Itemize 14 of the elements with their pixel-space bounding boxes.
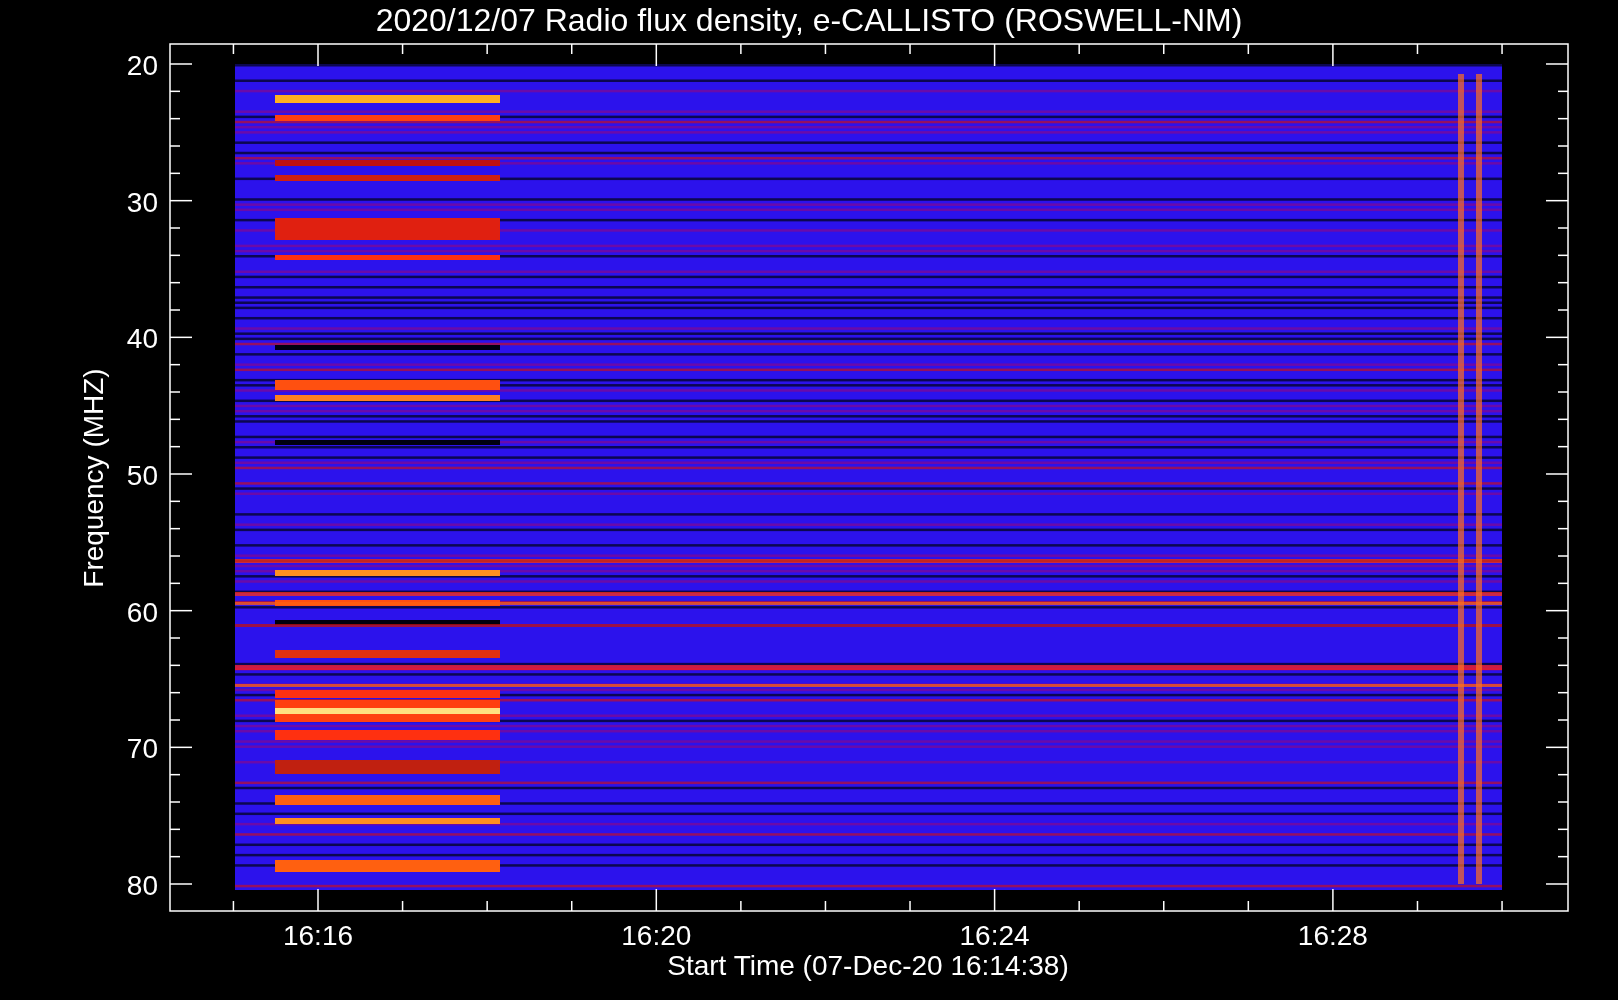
y-axis-tick-label: 40 — [126, 323, 158, 355]
x-axis-tick-label: 16:28 — [1297, 920, 1368, 951]
x-axis-tick-label: 16:20 — [621, 920, 692, 951]
y-axis-tick-label: 50 — [126, 460, 158, 491]
x-axis-tick-label: 16:16 — [282, 920, 354, 951]
y-axis-tick-label: 20 — [126, 50, 158, 81]
x-axis-label: Start Time (07-Dec-20 16:14:38) — [667, 950, 1069, 981]
x-axis-tick-label: 16:24 — [959, 920, 1030, 951]
y-axis-tick-label: 60 — [126, 596, 158, 628]
y-axis-tick-label: 70 — [126, 733, 158, 765]
chart-title: 2020/12/07 Radio flux density, e-CALLISTO (ROSWELL-NM) — [375, 2, 1243, 38]
y-axis-label: Frequency (MHZ) — [78, 368, 109, 588]
y-axis-tick-label: 80 — [126, 870, 158, 901]
y-axis-tick-label: 30 — [126, 186, 158, 218]
